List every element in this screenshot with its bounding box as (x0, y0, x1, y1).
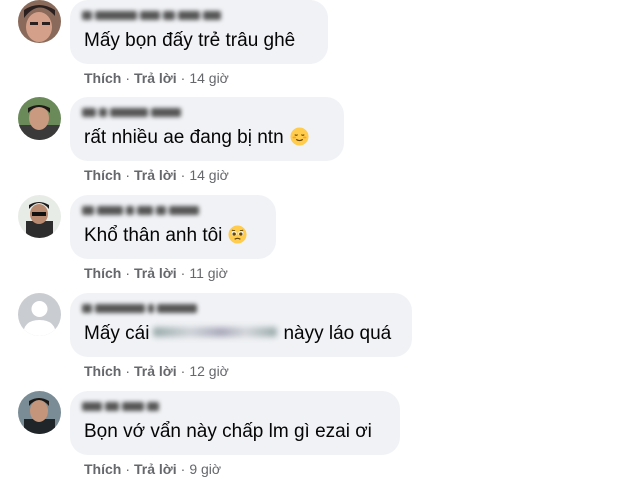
avatar[interactable] (18, 0, 61, 43)
comment-2: rất nhiều ae đang bị ntn Thích · Trả lời · 1… (0, 97, 640, 195)
blurred-author-name[interactable] (82, 399, 159, 413)
comment-actions: Thích · Trả lời · 14 giờ (84, 69, 229, 87)
comment-text-after: nàyy láo quá (283, 323, 392, 344)
comment-3: Khổ thân anh tôi Thích · Trả lời · 11 giờ (0, 195, 640, 293)
comment-5: Bọn vớ vẩn này chấp lm gì ezai ơi Thích ·… (0, 391, 640, 489)
comment-bubble: rất nhiều ae đang bị ntn (70, 97, 344, 161)
separator-dot: · (180, 363, 186, 379)
reply-link[interactable]: Trả lời (134, 265, 177, 281)
reply-link[interactable]: Trả lời (134, 167, 177, 183)
comment-bubble: Mấy cái nàyy láo quá (70, 293, 412, 357)
comment-text: Mấy cái nàyy láo quá (84, 322, 391, 346)
comment-timestamp[interactable]: 9 giờ (189, 461, 221, 477)
relieved-face-emoji-icon (290, 127, 309, 146)
like-link[interactable]: Thích (84, 461, 121, 477)
comment-actions: Thích · Trả lời · 14 giờ (84, 166, 229, 184)
comment-text-content: rất nhiều ae đang bị ntn (84, 127, 284, 148)
comment-actions: Thích · Trả lời · 12 giờ (84, 362, 229, 380)
separator-dot: · (125, 70, 131, 86)
blurred-author-name[interactable] (82, 301, 197, 315)
reply-link[interactable]: Trả lời (134, 70, 177, 86)
separator-dot: · (180, 70, 186, 86)
comment-bubble: Khổ thân anh tôi (70, 195, 276, 259)
blurred-author-name[interactable] (82, 203, 199, 217)
separator-dot: · (180, 265, 186, 281)
reply-link[interactable]: Trả lời (134, 461, 177, 477)
comment-bubble: Bọn vớ vẩn này chấp lm gì ezai ơi (70, 391, 400, 455)
like-link[interactable]: Thích (84, 167, 121, 183)
avatar[interactable] (18, 97, 61, 140)
pleading-face-emoji-icon (228, 225, 247, 244)
comment-timestamp[interactable]: 12 giờ (189, 363, 229, 379)
comment-text-content: Khổ thân anh tôi (84, 225, 223, 246)
comment-actions: Thích · Trả lời · 9 giờ (84, 460, 221, 478)
comment-timestamp[interactable]: 14 giờ (189, 70, 229, 86)
avatar[interactable] (18, 195, 61, 238)
separator-dot: · (125, 167, 131, 183)
like-link[interactable]: Thích (84, 70, 121, 86)
like-link[interactable]: Thích (84, 363, 121, 379)
comment-text-before: Mấy cái (84, 323, 150, 344)
comment-actions: Thích · Trả lời · 11 giờ (84, 264, 228, 282)
reply-link[interactable]: Trả lời (134, 363, 177, 379)
separator-dot: · (180, 167, 186, 183)
comment-4: Mấy cái nàyy láo quá Thích · Trả lời · 12 giờ (0, 293, 640, 391)
separator-dot: · (125, 363, 131, 379)
comment-text: Bọn vớ vẩn này chấp lm gì ezai ơi (84, 421, 372, 442)
comment-text: rất nhiều ae đang bị ntn (84, 126, 309, 150)
comment-timestamp[interactable]: 14 giờ (189, 167, 229, 183)
avatar[interactable] (18, 391, 61, 434)
blurred-author-name[interactable] (82, 105, 181, 119)
blurred-author-name[interactable] (82, 8, 221, 22)
separator-dot: · (180, 461, 186, 477)
comment-bubble: Mấy bọn đấy trẻ trâu ghê (70, 0, 328, 64)
blurred-censored-text (153, 327, 278, 337)
separator-dot: · (125, 265, 131, 281)
like-link[interactable]: Thích (84, 265, 121, 281)
comment-timestamp[interactable]: 11 giờ (189, 265, 228, 281)
comment-text: Mấy bọn đấy trẻ trâu ghê (84, 30, 296, 51)
separator-dot: · (125, 461, 131, 477)
comment-text: Khổ thân anh tôi (84, 224, 247, 248)
avatar[interactable] (18, 293, 61, 336)
comment-1: Mấy bọn đấy trẻ trâu ghê Thích · Trả lời · 1… (0, 0, 640, 98)
